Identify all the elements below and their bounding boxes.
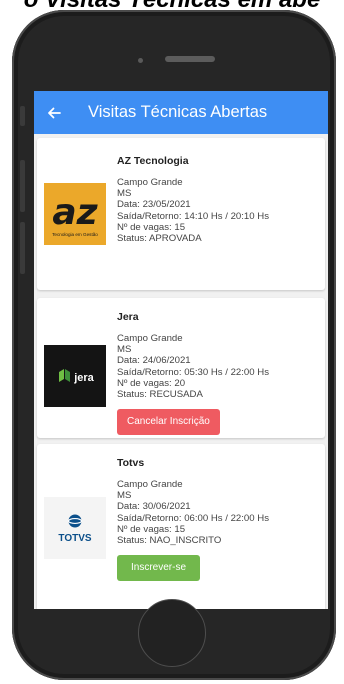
svg-text:jera: jera [73,372,94,384]
visit-card-jera[interactable]: jera Jera Campo Grande MS Data: 24/06/20… [37,298,325,438]
visit-details: Totvs Campo Grande MS Data: 30/06/2021 S… [117,456,322,582]
page-title: Visitas Técnicas Abertas [88,103,268,121]
visit-info: Campo Grande MS Data: 30/06/2021 Saída/R… [117,479,322,546]
visit-status: Status: RECUSADA [117,389,203,401]
visit-state: MS [117,344,132,356]
visit-date: Data: 24/06/2021 [117,355,191,367]
home-button[interactable] [138,599,206,667]
az-tecnologia-logo: az Tecnologia em Gestão [44,183,106,245]
earpiece-speaker [165,56,215,62]
jera-logo: jera [44,345,106,407]
totvs-logo: TOTVS [44,497,106,559]
company-name: Totvs [117,457,145,469]
subscribe-button[interactable]: Inscrever-se [117,555,201,582]
app-screen: Visitas Técnicas Abertas az Tecnologia e… [34,91,328,609]
visit-status: Status: NAO_INSCRITO [117,535,222,547]
svg-text:az: az [52,192,98,233]
app-header: Visitas Técnicas Abertas [34,91,328,134]
visit-city: Campo Grande [117,333,183,344]
svg-text:Tecnologia em Gestão: Tecnologia em Gestão [52,232,98,237]
visit-city: Campo Grande [117,177,183,188]
visit-date: Data: 23/05/2021 [117,199,191,211]
visit-info: Campo Grande MS Data: 23/05/2021 Saída/R… [117,177,322,244]
svg-text:TOTVS: TOTVS [58,533,91,544]
arrow-left-icon[interactable] [34,91,74,134]
visit-info: Campo Grande MS Data: 24/06/2021 Saída/R… [117,333,322,400]
volume-up-button [20,160,25,212]
cancel-subscription-button[interactable]: Cancelar Inscrição [117,409,220,436]
front-camera [138,58,143,63]
visit-date: Data: 30/06/2021 [117,501,191,513]
visit-card-totvs[interactable]: TOTVS Totvs Campo Grande MS Data: 30/06/… [37,444,325,609]
visit-times: Saída/Retorno: 14:10 Hs / 20:10 Hs [117,210,269,222]
visit-times: Saída/Retorno: 06:00 Hs / 22:00 Hs [117,512,269,524]
visit-vacancies: Nº de vagas: 15 [117,221,186,233]
visit-vacancies: Nº de vagas: 20 [117,377,186,389]
visit-details: AZ Tecnologia Campo Grande MS Data: 23/0… [117,154,322,244]
visit-times: Saída/Retorno: 05:30 Hs / 22:00 Hs [117,366,269,378]
visit-vacancies: Nº de vagas: 15 [117,523,186,535]
company-name: Jera [117,311,139,323]
visit-details: Jera Campo Grande MS Data: 24/06/2021 Sa… [117,310,322,436]
volume-down-button [20,222,25,274]
visit-card-az-tecnologia[interactable]: az Tecnologia em Gestão AZ Tecnologia Ca… [37,138,325,290]
company-name: AZ Tecnologia [117,155,189,167]
visit-state: MS [117,490,132,502]
visit-city: Campo Grande [117,479,183,490]
visit-status: Status: APROVADA [117,233,202,245]
mute-switch [20,106,25,126]
visit-state: MS [117,188,132,200]
